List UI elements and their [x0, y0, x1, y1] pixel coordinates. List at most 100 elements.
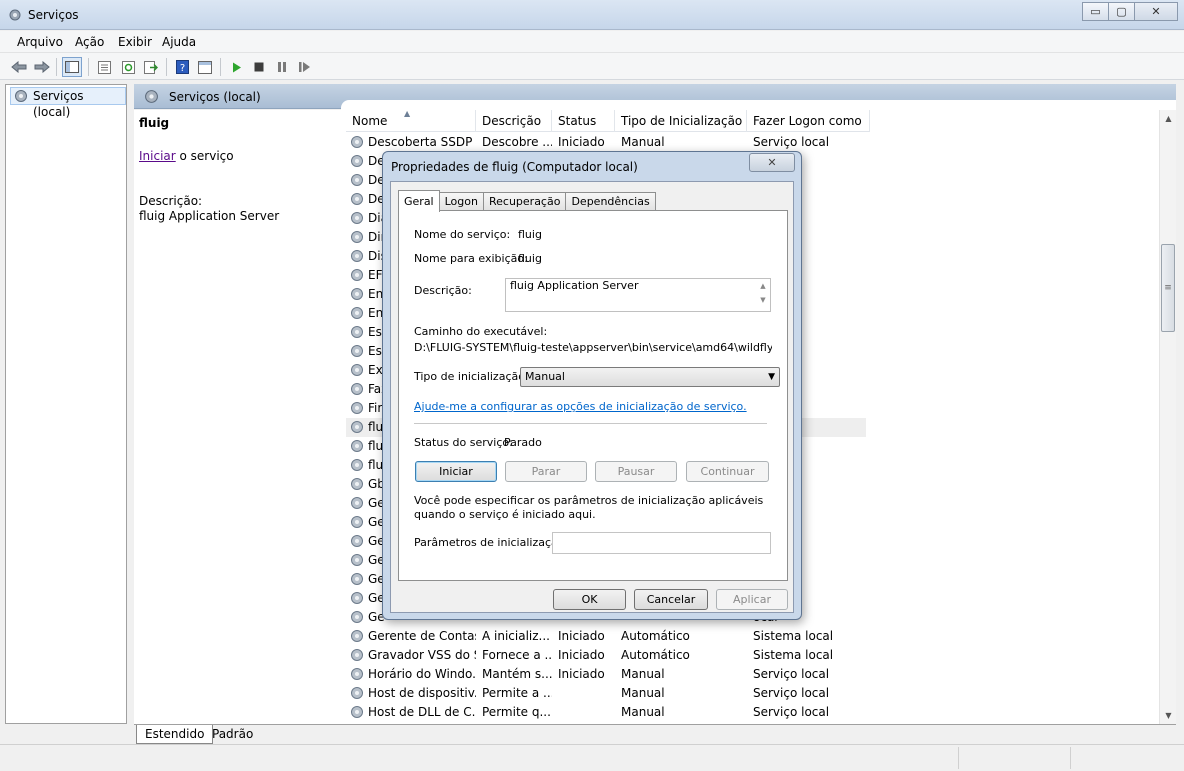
service-gear-icon: [351, 535, 363, 547]
selected-service-name: fluig: [139, 116, 170, 130]
forward-arrow-icon: [34, 61, 50, 73]
stop-button[interactable]: Parar: [505, 461, 587, 482]
column-header-descricao[interactable]: Descrição: [476, 110, 552, 132]
service-gear-icon: [351, 668, 363, 680]
column-header-nome[interactable]: ▲ Nome: [346, 109, 476, 132]
pane-title: Serviços (local): [169, 90, 261, 104]
startup-type-select[interactable]: Manual ▼: [520, 367, 780, 387]
refresh-button[interactable]: [118, 57, 138, 77]
description-scroll[interactable]: ▲ ▼: [756, 279, 770, 311]
scroll-down-icon[interactable]: ▼: [1160, 707, 1177, 724]
description-label: Descrição:: [139, 194, 203, 208]
table-row[interactable]: Gravador VSS do S... Fornece a ... Iniciad…: [346, 646, 866, 665]
pause-button[interactable]: Pausar: [595, 461, 677, 482]
restart-service-button[interactable]: [295, 57, 315, 77]
tab-dependencias[interactable]: Dependências: [565, 192, 656, 211]
start-service-link[interactable]: Iniciar: [139, 149, 176, 163]
minimize-icon: ▭: [1090, 5, 1101, 18]
view-button[interactable]: [195, 57, 215, 77]
service-name-label: Nome do serviço:: [414, 228, 511, 241]
back-button[interactable]: [9, 57, 29, 77]
start-service-button[interactable]: [227, 57, 247, 77]
table-row[interactable]: Gerente de Contas... A inicializ... Inicia…: [346, 627, 866, 646]
export-icon: [144, 60, 158, 74]
minimize-button[interactable]: ▭: [1082, 2, 1109, 21]
cell-type: Manual: [621, 135, 665, 149]
cell-type: Manual: [621, 667, 665, 681]
table-row[interactable]: Host de DLL de C... Permite q... Manual Ser…: [346, 703, 866, 722]
service-gear-icon: [351, 630, 363, 642]
ok-button[interactable]: OK: [553, 589, 626, 610]
maximize-button[interactable]: ▢: [1108, 2, 1135, 21]
close-button[interactable]: ✕: [1134, 2, 1178, 21]
params-input[interactable]: [552, 532, 771, 554]
service-gear-icon: [351, 440, 363, 452]
table-row[interactable]: Host de dispositiv... Permite a ... Manual…: [346, 684, 866, 703]
cell-desc: Descobre ...: [482, 135, 552, 149]
start-service-text: Iniciar o serviço: [139, 149, 234, 163]
chevron-down-icon: ▼: [768, 372, 775, 382]
maximize-icon: ▢: [1116, 5, 1127, 18]
tab-logon[interactable]: Logon: [438, 192, 484, 211]
export-list-button[interactable]: [141, 57, 161, 77]
back-arrow-icon: [11, 61, 27, 73]
table-row[interactable]: Descoberta SSDP Descobre ... Iniciado Manua…: [346, 133, 866, 152]
console-tree-icon: [65, 61, 79, 73]
title-bar: Serviços ▭ ▢ ✕: [0, 0, 1184, 30]
forward-button[interactable]: [32, 57, 52, 77]
start-button[interactable]: Iniciar: [415, 461, 497, 482]
service-gear-icon: [351, 231, 363, 243]
table-row[interactable]: Horário do Windo... Mantém s... Iniciado Ma…: [346, 665, 866, 684]
dialog-close-button[interactable]: ✕: [749, 153, 795, 172]
close-icon: ✕: [767, 156, 777, 169]
column-header-logon[interactable]: Fazer Logon como: [747, 110, 870, 132]
tree-item-services-local[interactable]: Serviços (local): [10, 87, 126, 119]
properties-list-button[interactable]: [94, 57, 114, 77]
show-hide-console-tree-button[interactable]: [62, 57, 82, 77]
pause-service-button[interactable]: [272, 57, 292, 77]
help-button[interactable]: ?: [172, 57, 192, 77]
tab-estendido[interactable]: Estendido: [136, 725, 214, 744]
stop-icon: [254, 62, 264, 72]
description-textbox[interactable]: fluig Application Server ▲ ▼: [505, 278, 771, 312]
status-divider: [1070, 747, 1071, 769]
tab-geral[interactable]: Geral: [398, 190, 440, 212]
startup-help-link[interactable]: Ajude-me a configurar as opções de inici…: [414, 400, 747, 413]
service-gear-icon: [351, 592, 363, 604]
menu-exibir[interactable]: Exibir: [118, 35, 152, 49]
column-header-tipo-inicializacao[interactable]: Tipo de Inicialização: [615, 110, 747, 132]
dialog-title: Propriedades de fluig (Computador local): [391, 160, 638, 174]
cell-logon: Sistema local: [753, 629, 834, 643]
status-bar: [0, 744, 1184, 771]
cell-desc: Fornece a ...: [482, 648, 552, 662]
service-gear-icon: [351, 706, 363, 718]
menu-arquivo[interactable]: Arquivo: [17, 35, 63, 49]
service-status-value: Parado: [504, 436, 542, 449]
vertical-scrollbar[interactable]: ▲ ≡ ▼: [1159, 110, 1176, 724]
column-header-status[interactable]: Status: [552, 110, 615, 132]
extended-info-panel: fluig Iniciar o serviço Descrição: fluig…: [134, 110, 341, 724]
exe-path-label: Caminho do executável:: [414, 325, 548, 338]
startup-type-value: Manual: [525, 370, 565, 383]
menu-acao[interactable]: Ação: [75, 35, 104, 49]
properties-dialog: Propriedades de fluig (Computador local)…: [382, 151, 802, 620]
tab-padrao[interactable]: Padrão: [204, 725, 261, 744]
toolbar: ?: [0, 53, 1184, 80]
cancel-button[interactable]: Cancelar: [634, 589, 708, 610]
cell-type: Manual: [621, 705, 665, 719]
apply-button[interactable]: Aplicar: [716, 589, 788, 610]
continue-button[interactable]: Continuar: [686, 461, 769, 482]
tab-recuperacao[interactable]: Recuperação: [482, 192, 567, 211]
service-gear-icon: [351, 269, 363, 281]
menu-ajuda[interactable]: Ajuda: [162, 35, 196, 49]
cell-desc: Permite a ...: [482, 686, 552, 700]
service-gear-icon: [351, 459, 363, 471]
toolbar-separator: [88, 58, 89, 76]
scroll-up-icon[interactable]: ▲: [1160, 110, 1177, 127]
menu-bar: Arquivo Ação Exibir Ajuda: [0, 31, 1184, 53]
service-gear-icon: [351, 155, 363, 167]
scroll-thumb[interactable]: ≡: [1161, 244, 1175, 332]
stop-service-button[interactable]: [249, 57, 269, 77]
refresh-icon: [121, 60, 135, 74]
restart-icon: [299, 62, 310, 72]
